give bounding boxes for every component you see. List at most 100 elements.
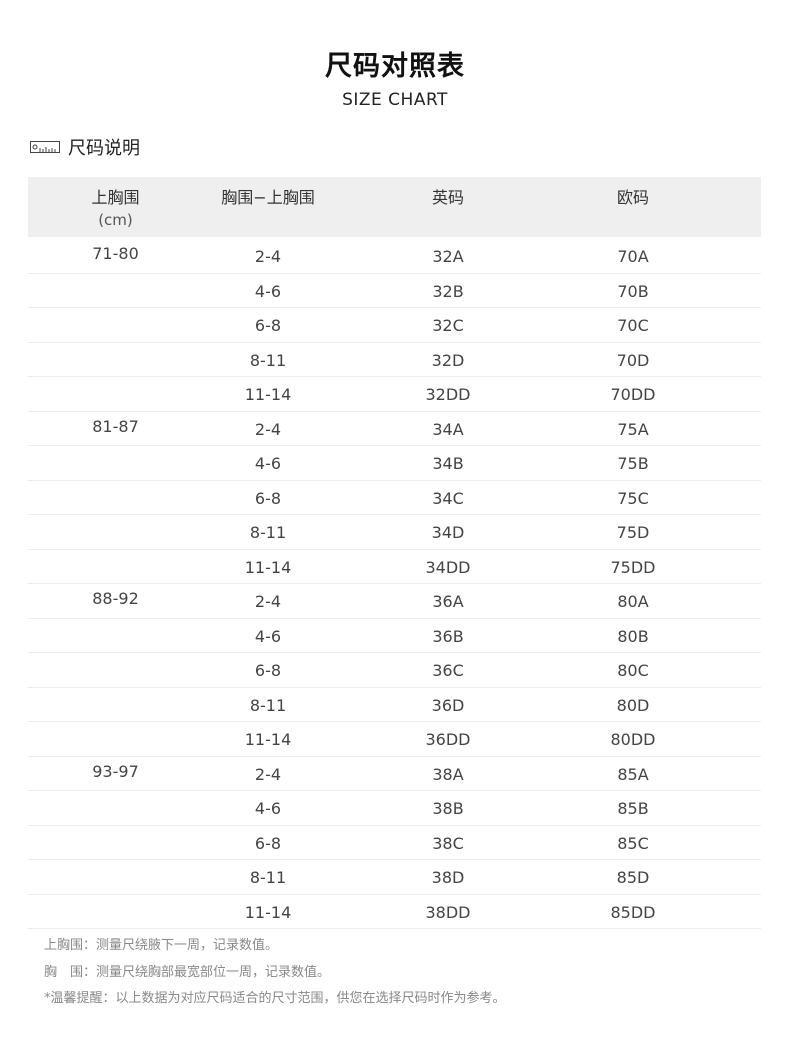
cell-eu-size: 70DD	[610, 385, 656, 404]
cell-uk-size: 32A	[432, 247, 464, 266]
section-label: 尺码说明	[68, 138, 140, 159]
cell-eu-size: 75C	[617, 488, 649, 508]
table-row: 6-8 38C 85C	[28, 826, 761, 860]
cell-upper-bust	[68, 377, 163, 411]
cell-eu-size: 75A	[617, 419, 649, 439]
cell-upper-bust	[68, 274, 163, 308]
cell-upper-bust: 93-97	[92, 761, 139, 781]
cell-bust-difference: 4-6	[254, 281, 282, 301]
cell-bust-difference: 11-14	[244, 730, 292, 749]
cell-uk-size: 36C	[432, 661, 464, 680]
size-chart-table: 上胸围 (cm) 胸围−上胸围 英码 欧码 71-80 2-4 32A 70A 4-6 3…	[28, 177, 761, 929]
cell-eu-size: 85DD	[610, 902, 656, 922]
section-header: 尺码说明	[30, 136, 140, 159]
table-row: 93-97 2-4 38A 85A	[28, 757, 761, 791]
cell-bust-difference: 8-11	[249, 523, 287, 542]
cell-uk-size: 32B	[432, 281, 464, 301]
cell-eu-size: 70A	[617, 247, 649, 266]
cell-upper-bust: 88-92	[92, 589, 139, 608]
cell-bust-difference: 6-8	[254, 316, 282, 335]
cell-bust-difference: 11-14	[244, 902, 292, 922]
cell-uk-size: 36DD	[425, 730, 471, 749]
cell-bust-difference: 6-8	[254, 833, 282, 853]
cell-upper-bust	[68, 481, 163, 515]
table-row: 11-14 38DD 85DD	[28, 895, 761, 929]
table-row: 8-11 34D 75D	[28, 515, 761, 550]
cell-upper-bust: 81-87	[92, 416, 139, 436]
note-reminder: *温馨提醒：以上数据为对应尺码适合的尺寸范围，供您在选择尺码时作为参考。	[44, 991, 506, 1006]
table-row: 6-8 34C 75C	[28, 481, 761, 515]
cell-eu-size: 70B	[617, 281, 649, 301]
cell-upper-bust	[68, 550, 163, 584]
table-row: 6-8 32C 70C	[28, 308, 761, 343]
cell-bust-difference: 2-4	[254, 247, 282, 266]
cell-uk-size: 38B	[432, 799, 464, 818]
cell-eu-size: 75B	[617, 454, 649, 473]
ruler-icon	[30, 141, 60, 153]
notes: 上胸围：测量尺绕腋下一周，记录数值。 胸 围：测量尺绕胸部最宽部位一周，记录数值…	[44, 933, 506, 1013]
cell-upper-bust	[68, 860, 163, 894]
cell-upper-bust	[68, 653, 163, 687]
cell-uk-size: 34DD	[425, 557, 471, 577]
cell-upper-bust	[68, 308, 163, 342]
cell-eu-size: 70D	[616, 350, 650, 370]
cell-uk-size: 36B	[432, 626, 464, 646]
table-row: 71-80 2-4 32A 70A	[28, 239, 761, 274]
cell-upper-bust	[68, 619, 163, 653]
cell-upper-bust	[68, 343, 163, 377]
cell-uk-size: 38C	[432, 833, 464, 853]
cell-eu-size: 80A	[617, 592, 649, 611]
cell-eu-size: 85C	[617, 833, 649, 853]
table-row: 8-11 32D 70D	[28, 343, 761, 377]
table-body: 71-80 2-4 32A 70A 4-6 32B 70B 6-8 32C 70C 8-11 32D 7…	[28, 239, 761, 929]
table-row: 4-6 34B 75B	[28, 446, 761, 481]
cell-eu-size: 75DD	[610, 557, 656, 577]
cell-uk-size: 34A	[432, 419, 464, 439]
header-bust-unit: (cm)	[98, 211, 133, 229]
table-row: 4-6 38B 85B	[28, 791, 761, 826]
cell-bust-difference: 4-6	[254, 454, 282, 473]
table-row: 11-14 32DD 70DD	[28, 377, 761, 412]
cell-bust-difference: 6-8	[254, 488, 282, 508]
note-upper-bust: 上胸围：测量尺绕腋下一周，记录数值。	[44, 938, 279, 953]
header-bust-label: 上胸围	[91, 188, 140, 207]
cell-bust-difference: 11-14	[244, 385, 292, 404]
cell-upper-bust: 71-80	[92, 244, 139, 263]
cell-bust-difference: 4-6	[254, 626, 282, 646]
cell-uk-size: 32D	[431, 350, 465, 370]
cell-bust-difference: 4-6	[254, 799, 282, 818]
cell-uk-size: 34C	[432, 488, 464, 508]
table-row: 4-6 36B 80B	[28, 619, 761, 653]
cell-uk-size: 38DD	[425, 902, 471, 922]
cell-bust-difference: 11-14	[244, 557, 292, 577]
table-row: 4-6 32B 70B	[28, 274, 761, 308]
header-bust: 上胸围 (cm)	[68, 187, 163, 231]
table-row: 8-11 38D 85D	[28, 860, 761, 895]
cell-eu-size: 80B	[617, 626, 649, 646]
table-row: 11-14 34DD 75DD	[28, 550, 761, 584]
cell-bust-difference: 8-11	[249, 868, 287, 887]
cell-uk-size: 34D	[431, 523, 465, 542]
table-row: 6-8 36C 80C	[28, 653, 761, 688]
cell-uk-size: 36A	[432, 592, 464, 611]
cell-bust-difference: 2-4	[254, 764, 282, 784]
cell-eu-size: 85B	[617, 799, 649, 818]
cell-uk-size: 38D	[431, 868, 465, 887]
page-title: 尺码对照表	[325, 51, 465, 82]
cell-upper-bust	[68, 446, 163, 480]
cell-eu-size: 75D	[616, 523, 650, 542]
header-eu: 欧码	[616, 188, 649, 207]
note-bust: 胸 围：测量尺绕胸部最宽部位一周，记录数值。	[44, 964, 331, 980]
cell-uk-size: 36D	[431, 695, 465, 715]
cell-bust-difference: 2-4	[254, 419, 282, 439]
cell-eu-size: 70C	[617, 316, 649, 335]
cell-uk-size: 38A	[432, 764, 464, 784]
cell-eu-size: 80C	[617, 661, 649, 680]
cell-upper-bust	[68, 515, 163, 549]
table-header: 上胸围 (cm) 胸围−上胸围 英码 欧码	[28, 177, 761, 237]
cell-uk-size: 32C	[432, 316, 464, 335]
cell-uk-size: 34B	[432, 454, 464, 473]
cell-eu-size: 85D	[616, 868, 650, 887]
cell-bust-difference: 6-8	[254, 661, 282, 680]
cell-upper-bust	[68, 791, 163, 825]
